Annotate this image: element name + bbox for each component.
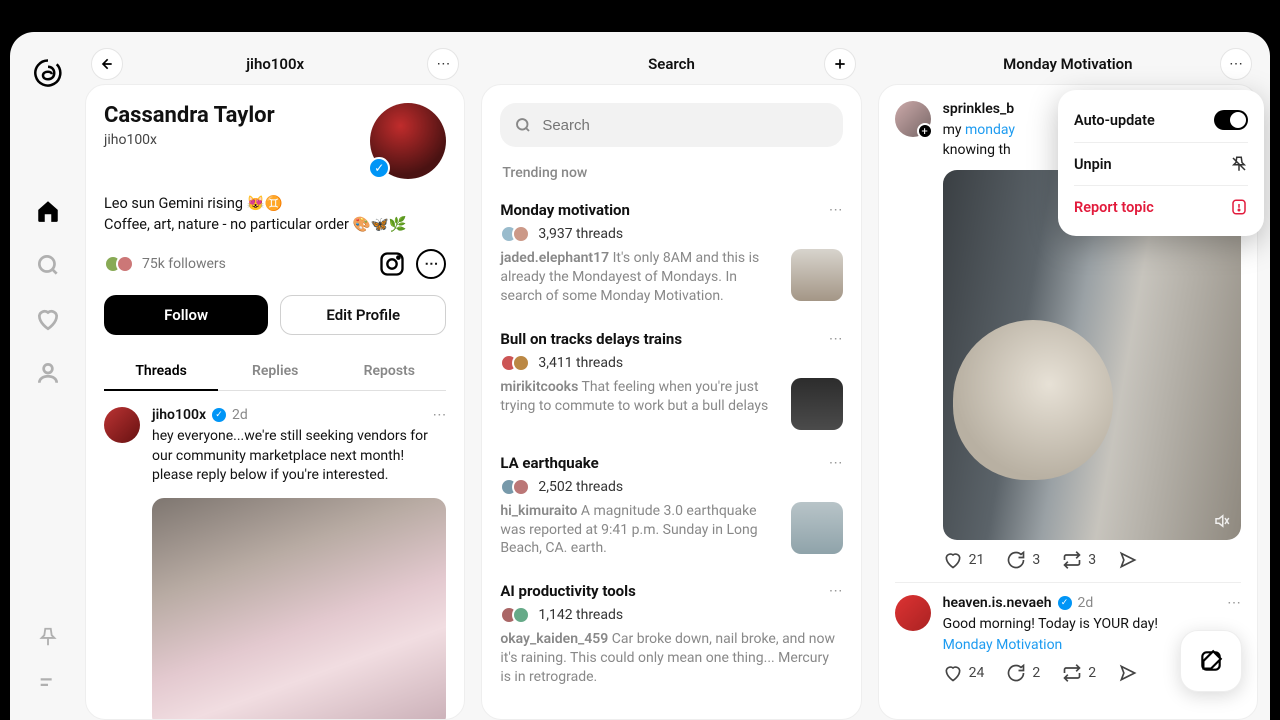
hashtag-link[interactable]: monday: [965, 122, 1015, 138]
facepile-icon: [104, 255, 134, 273]
trend-item[interactable]: LA earthquake ⋯ 2,502 threads hi_kimurai…: [500, 442, 842, 571]
home-icon[interactable]: [35, 198, 61, 224]
auto-update-toggle[interactable]: [1214, 110, 1248, 130]
post-text: hey everyone...we're still seeking vendo…: [152, 427, 446, 486]
unpin-icon: [1230, 155, 1248, 173]
feed-column: Monday Motivation ⋯ Auto-update Unpin Re…: [878, 44, 1258, 720]
repost-button[interactable]: 3: [1062, 550, 1096, 570]
verified-badge-icon: ✓: [368, 157, 390, 179]
trend-more-button[interactable]: ⋯: [829, 202, 843, 218]
follow-button[interactable]: Follow: [104, 295, 268, 335]
compose-button[interactable]: [1180, 630, 1242, 692]
trend-thumbnail: [791, 378, 843, 430]
verified-badge-icon: ✓: [212, 408, 226, 422]
report-icon: [1230, 198, 1248, 216]
reply-button[interactable]: 2: [1006, 663, 1040, 683]
like-button[interactable]: 24: [943, 663, 985, 683]
column-title: Search: [648, 55, 695, 73]
search-input[interactable]: [542, 117, 828, 134]
profile-avatar[interactable]: ✓: [370, 103, 446, 179]
share-button[interactable]: [1118, 663, 1138, 683]
followers-link[interactable]: 75k followers: [104, 255, 226, 273]
trend-more-button[interactable]: ⋯: [829, 331, 843, 347]
tab-replies[interactable]: Replies: [218, 353, 332, 391]
mute-icon[interactable]: [1213, 512, 1231, 530]
post-time: 2d: [232, 407, 248, 423]
post-more-button[interactable]: ⋯: [432, 407, 446, 423]
verified-badge-icon: ✓: [1058, 596, 1072, 610]
trend-more-button[interactable]: ⋯: [829, 583, 843, 599]
post-username[interactable]: heaven.is.nevaeh: [943, 595, 1052, 611]
post-more-button[interactable]: ⋯: [1227, 595, 1241, 611]
post-avatar[interactable]: +: [895, 101, 931, 137]
profile-more-button[interactable]: ⋯: [416, 249, 446, 279]
pin-icon[interactable]: [37, 626, 59, 648]
profile-icon[interactable]: [35, 360, 61, 386]
menu-icon[interactable]: [37, 672, 59, 694]
like-button[interactable]: 21: [943, 550, 985, 570]
search-icon[interactable]: [35, 252, 61, 278]
reply-button[interactable]: 3: [1006, 550, 1040, 570]
profile-column: jiho100x ⋯ Cassandra Taylor jiho100x ✓ L…: [85, 44, 465, 720]
menu-unpin[interactable]: Unpin: [1074, 143, 1248, 186]
post-image[interactable]: [152, 498, 446, 720]
column-title: Monday Motivation: [1003, 55, 1132, 73]
trend-item[interactable]: Bull on tracks delays trains ⋯ 3,411 thr…: [500, 318, 842, 442]
column-more-button[interactable]: ⋯: [1220, 48, 1252, 80]
edit-profile-button[interactable]: Edit Profile: [280, 295, 446, 335]
search-column: Search Trending now Monday motivation ⋯: [481, 44, 861, 720]
trend-item[interactable]: Monday motivation ⋯ 3,937 threads jaded.…: [500, 189, 842, 318]
search-icon: [514, 116, 532, 134]
repost-button[interactable]: 2: [1062, 663, 1096, 683]
threads-logo[interactable]: [33, 58, 63, 88]
menu-auto-update[interactable]: Auto-update: [1074, 98, 1248, 143]
column-options-popover: Auto-update Unpin Report topic: [1058, 90, 1264, 236]
back-button[interactable]: [91, 48, 123, 80]
post-avatar[interactable]: [895, 595, 931, 631]
tab-reposts[interactable]: Reposts: [332, 353, 446, 391]
trend-thumbnail: [791, 502, 843, 554]
trending-header: Trending now: [500, 151, 842, 189]
follow-plus-icon[interactable]: +: [917, 123, 933, 139]
post-username[interactable]: jiho100x: [152, 407, 206, 423]
post-avatar[interactable]: [104, 407, 140, 443]
post-username[interactable]: sprinkles_b: [943, 101, 1014, 117]
search-input-wrap[interactable]: [500, 103, 842, 147]
display-name: Cassandra Taylor: [104, 103, 275, 128]
add-column-button[interactable]: [824, 48, 856, 80]
column-more-button[interactable]: ⋯: [427, 48, 459, 80]
tab-threads[interactable]: Threads: [104, 353, 218, 391]
bio-line: Leo sun Gemini rising 😻♊: [104, 193, 446, 214]
left-sidebar: [10, 32, 85, 720]
bio-line: Coffee, art, nature - no particular orde…: [104, 214, 446, 235]
share-button[interactable]: [1118, 550, 1138, 570]
trend-thumbnail: [791, 249, 843, 301]
heart-icon[interactable]: [35, 306, 61, 332]
instagram-icon[interactable]: [378, 250, 406, 278]
handle: jiho100x: [104, 132, 275, 148]
profile-post[interactable]: jiho100x ✓ 2d ⋯ hey everyone...we're sti…: [104, 391, 446, 720]
trend-item[interactable]: AI productivity tools ⋯ 1,142 threads ok…: [500, 570, 842, 699]
menu-report[interactable]: Report topic: [1074, 186, 1248, 228]
trend-more-button[interactable]: ⋯: [829, 455, 843, 471]
column-title: jiho100x: [246, 55, 304, 73]
